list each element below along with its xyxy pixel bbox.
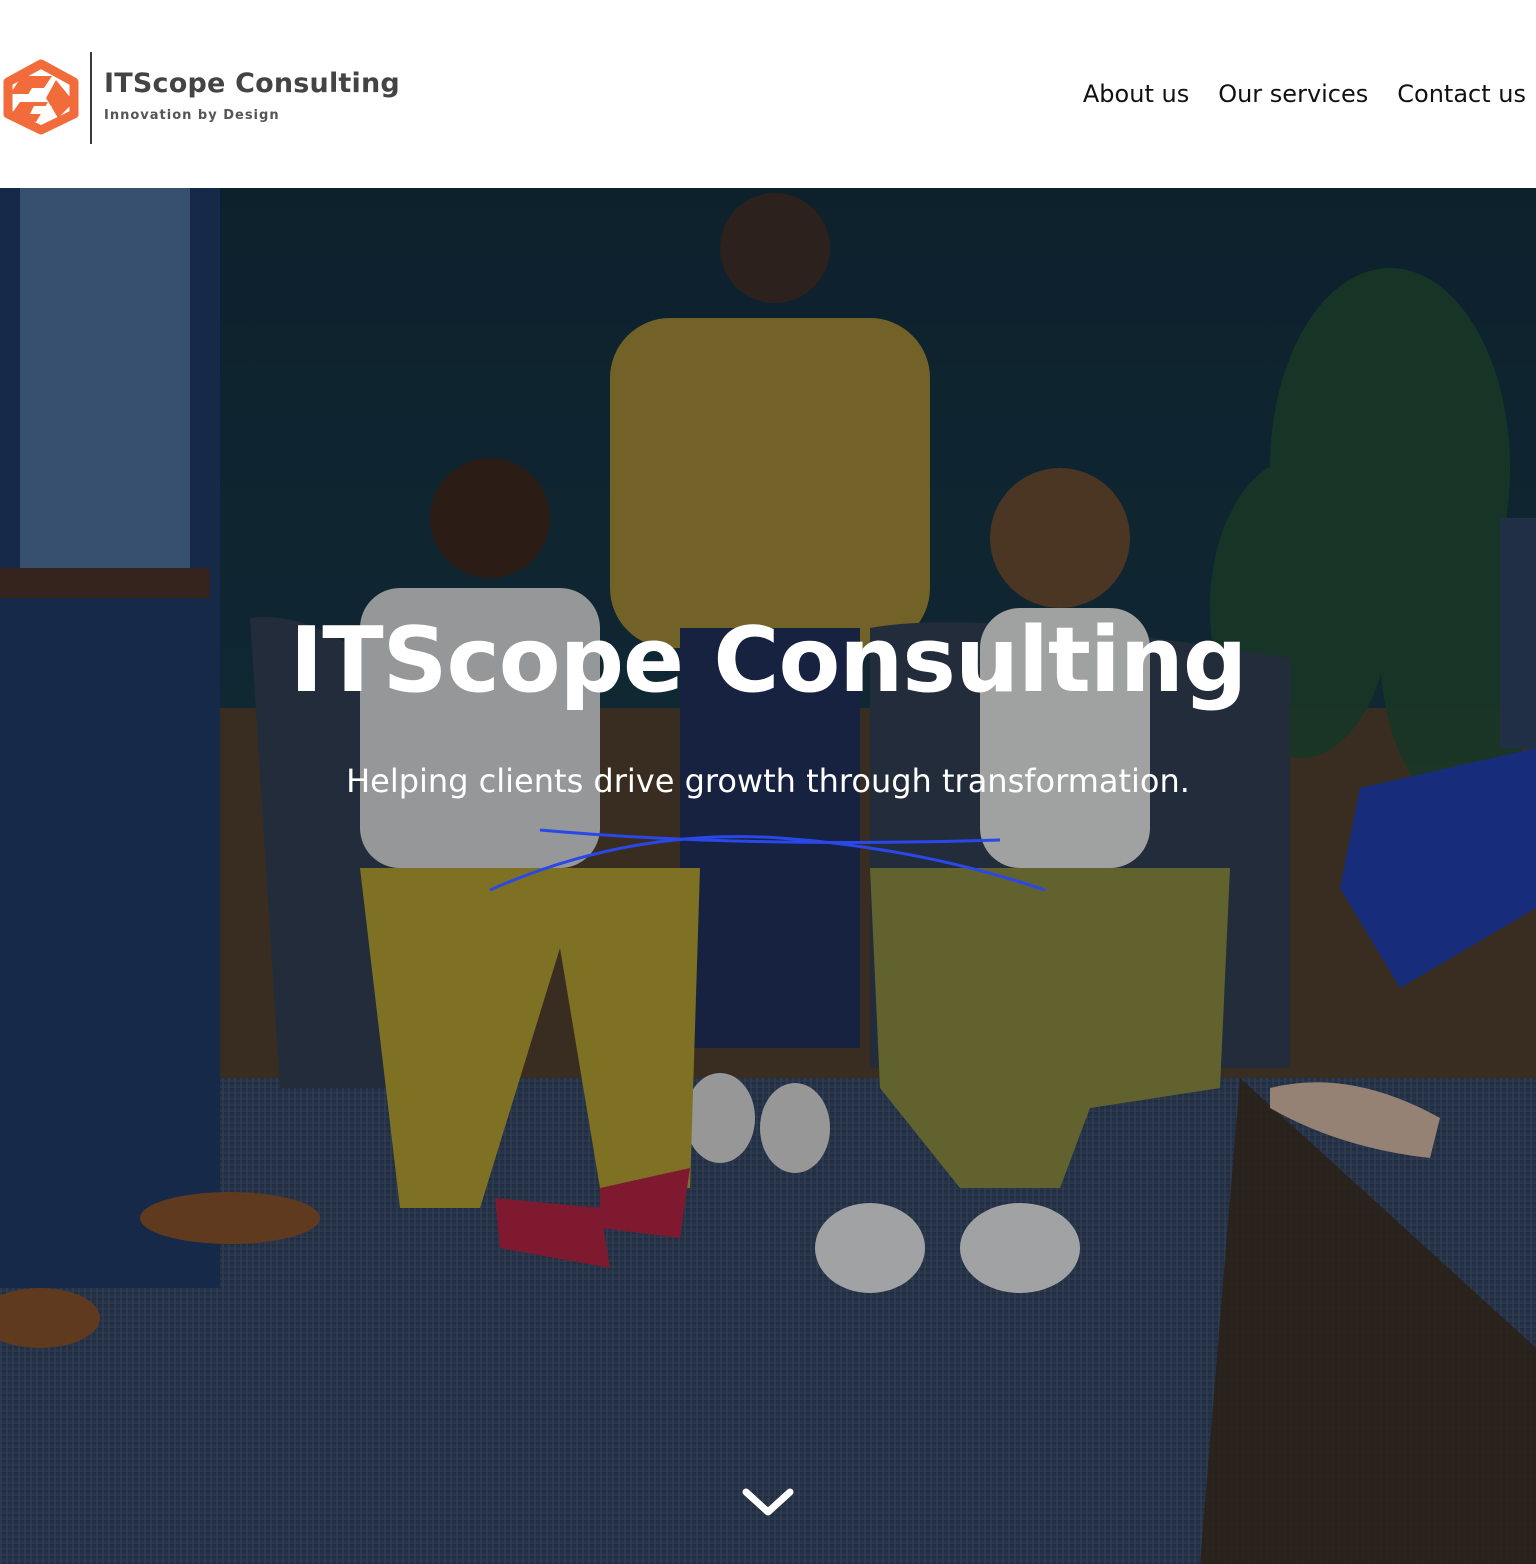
nav-about-us[interactable]: About us — [1083, 80, 1189, 108]
nav-our-services[interactable]: Our services — [1218, 80, 1368, 108]
hero-section: ITScope Consulting Helping clients drive… — [0, 188, 1536, 1564]
hero-subtitle: Helping clients drive growth through tra… — [346, 762, 1190, 800]
nav-contact-us[interactable]: Contact us — [1397, 80, 1526, 108]
chevron-down-icon[interactable] — [740, 1484, 796, 1520]
site-header: ITScope Consulting Innovation by Design … — [0, 0, 1536, 188]
logo-mark-icon — [3, 59, 79, 135]
logo[interactable]: ITScope Consulting Innovation by Design — [0, 50, 400, 146]
main-nav: About us Our services Contact us — [1083, 80, 1526, 108]
swoosh-decoration — [489, 828, 1046, 892]
hero-title: ITScope Consulting — [289, 608, 1248, 713]
logo-divider — [90, 52, 92, 144]
logo-tagline: Innovation by Design — [104, 108, 280, 123]
logo-name: ITScope Consulting — [104, 68, 400, 99]
